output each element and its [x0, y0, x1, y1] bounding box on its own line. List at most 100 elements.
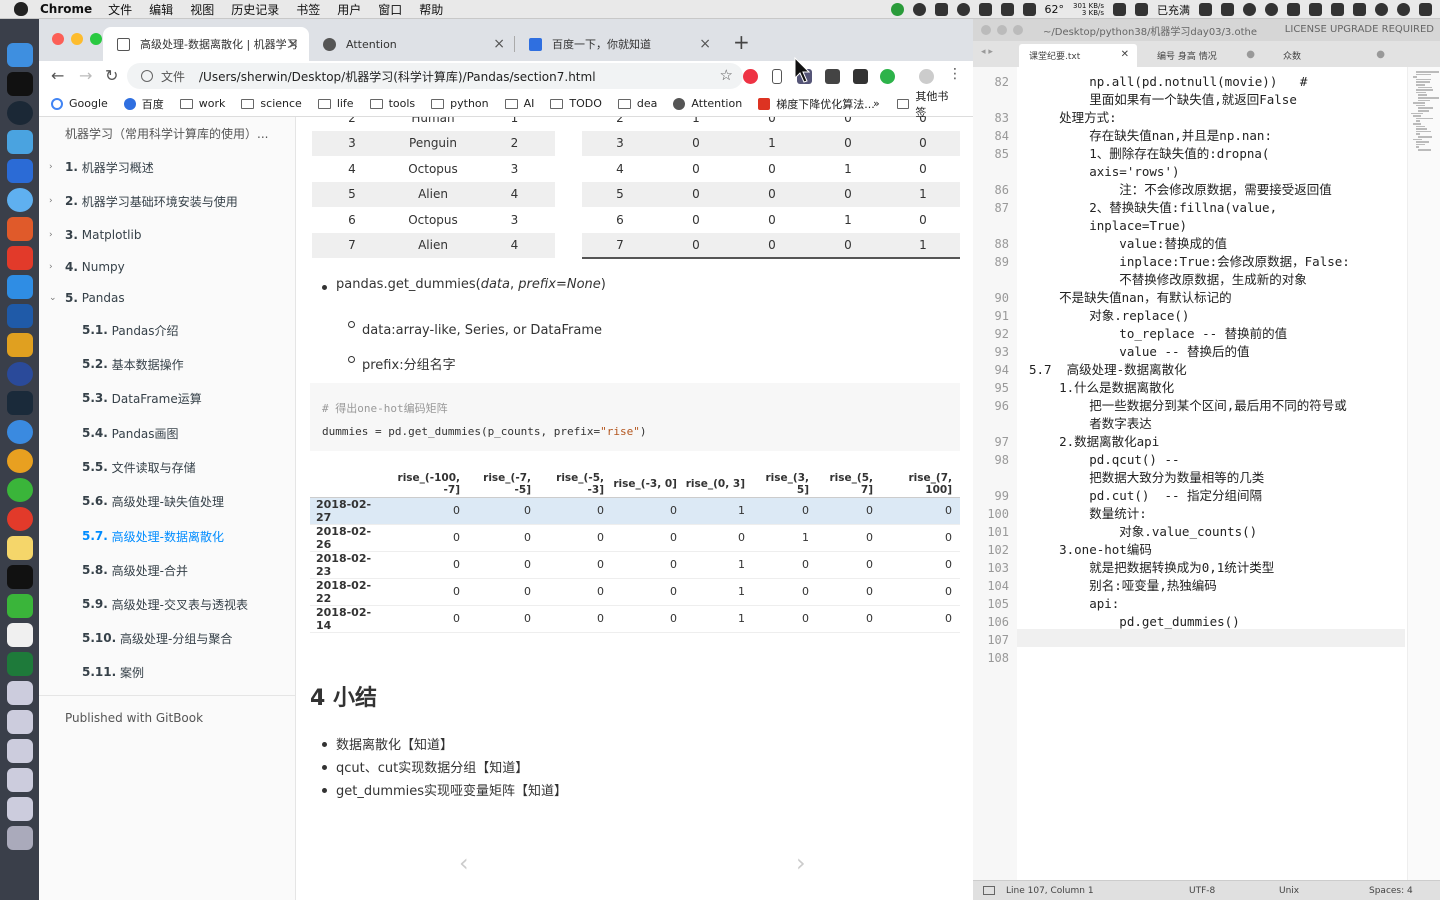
line-endings[interactable]: Unix: [1279, 886, 1299, 896]
bookmark-dea[interactable]: dea: [617, 97, 657, 110]
chevron-right-icon[interactable]: ›: [49, 196, 53, 206]
screen-icon[interactable]: [978, 3, 992, 16]
sidebar-subitem-5-4[interactable]: 5.4. Pandas画图: [82, 423, 179, 443]
sidebar-subitem-5-7[interactable]: 5.7. 高级处理-数据离散化: [82, 526, 224, 546]
tab-gitbook[interactable]: 高级处理-数据离散化 | 机器学习 ×: [103, 27, 309, 61]
cloud-icon[interactable]: [934, 3, 948, 16]
zoom-window-icon[interactable]: [1013, 25, 1023, 35]
sidebar-subitem-5-2[interactable]: 5.2. 基本数据操作: [82, 354, 184, 374]
bookmark-attention[interactable]: Attention: [673, 97, 742, 110]
upload-icon[interactable]: [890, 3, 904, 16]
chevron-down-icon[interactable]: ⌄: [49, 293, 57, 303]
trash-icon[interactable]: [6, 826, 33, 850]
folder-icon-4[interactable]: [6, 797, 33, 821]
bookmark-star-icon[interactable]: ☆: [720, 66, 733, 84]
folder-icon-2[interactable]: [6, 739, 33, 763]
tab-nav-icon[interactable]: ◂ ▸: [981, 47, 993, 57]
close-tab-icon[interactable]: ×: [287, 36, 299, 52]
minimap[interactable]: [1407, 67, 1440, 880]
bookmark-gradient[interactable]: 梯度下降优化算法...: [758, 96, 875, 112]
close-tab-icon[interactable]: ✕: [1121, 49, 1129, 60]
menu-file[interactable]: 文件: [108, 1, 132, 18]
bookmark-life[interactable]: life: [317, 97, 354, 110]
folder-icon-1[interactable]: [6, 710, 33, 734]
menu-bookmarks[interactable]: 书签: [296, 1, 320, 18]
wifi-icon[interactable]: [1309, 3, 1322, 16]
chevron-right-icon[interactable]: ›: [49, 162, 53, 172]
reload-icon[interactable]: ↻: [105, 66, 118, 85]
terminal-icon[interactable]: [6, 72, 33, 96]
indentation[interactable]: Spaces: 4: [1369, 886, 1413, 896]
menu-view[interactable]: 视图: [190, 1, 214, 18]
app-status-icon[interactable]: [912, 3, 926, 16]
sidebar-item-1[interactable]: › 1. 机器学习概述: [49, 157, 154, 177]
info-icon[interactable]: [141, 70, 153, 82]
sidebar-subitem-5-11[interactable]: 5.11. 案例: [82, 662, 144, 682]
menu-list-icon[interactable]: [1419, 3, 1432, 16]
menu-window[interactable]: 窗口: [378, 1, 402, 18]
appstore-icon[interactable]: [6, 130, 33, 154]
tab-attention[interactable]: Attention ×: [309, 27, 515, 61]
siri-icon[interactable]: [1265, 3, 1278, 16]
tab-table[interactable]: 编号 身高 情况 ●: [1147, 44, 1263, 67]
sidebar-subitem-5-6[interactable]: 5.6. 高级处理-缺失值处理: [82, 491, 224, 511]
record-icon[interactable]: [956, 3, 970, 16]
app-icon-6[interactable]: [6, 188, 33, 212]
sidebar-item-5[interactable]: ⌄ 5. Pandas: [49, 288, 125, 308]
iqiyi-icon[interactable]: [6, 594, 33, 618]
chrome-icon[interactable]: [6, 449, 33, 473]
menubar-app-name[interactable]: Chrome: [40, 2, 92, 16]
new-tab-button[interactable]: +: [733, 30, 750, 54]
panel-toggle-icon[interactable]: [983, 886, 995, 895]
bookmark-todo[interactable]: TODO: [550, 97, 602, 110]
wechat-menu-icon[interactable]: [1199, 3, 1212, 16]
temperature[interactable]: 62°: [1045, 3, 1065, 16]
folder-icon-3[interactable]: [6, 768, 33, 792]
zoom-window-icon[interactable]: [90, 33, 102, 45]
sublime-icon[interactable]: [6, 333, 33, 357]
bookmarks-more-icon[interactable]: »: [873, 97, 880, 110]
menu-people[interactable]: 用户: [337, 1, 361, 18]
encoding[interactable]: UTF-8: [1189, 886, 1215, 896]
skype-icon[interactable]: [1353, 3, 1366, 16]
send-icon[interactable]: [1022, 3, 1036, 16]
tab-mode[interactable]: 众数 ●: [1273, 44, 1393, 67]
input-method-icon[interactable]: [1000, 3, 1014, 16]
battery-status[interactable]: 已充满: [1157, 2, 1190, 18]
bookmark-baidu[interactable]: 百度: [123, 96, 164, 112]
weibo-icon[interactable]: [6, 507, 33, 531]
search-icon[interactable]: [1243, 3, 1256, 16]
app-icon-10[interactable]: [6, 304, 33, 328]
minimize-window-icon[interactable]: [71, 33, 83, 45]
extension-icon-1[interactable]: [743, 69, 758, 84]
chevron-right-icon[interactable]: ›: [49, 262, 53, 272]
tab-dot-icon[interactable]: ●: [1376, 49, 1385, 60]
menu-help[interactable]: 帮助: [419, 1, 443, 18]
bookmark-science[interactable]: science: [241, 97, 302, 110]
bookmark-google[interactable]: Google: [51, 97, 108, 110]
code-icon[interactable]: [1287, 3, 1300, 16]
control-icon[interactable]: [1221, 3, 1234, 16]
wechat-icon[interactable]: [6, 478, 33, 502]
tab-notes[interactable]: 课堂纪要.txt ✕: [1019, 44, 1137, 67]
sidebar-item-2[interactable]: › 2. 机器学习基础环境安装与使用: [49, 191, 238, 211]
close-tab-icon[interactable]: ×: [493, 36, 505, 52]
excel-icon[interactable]: [6, 652, 33, 676]
sidebar-subitem-5-5[interactable]: 5.5. 文件读取与存储: [82, 457, 196, 477]
battery-icon[interactable]: [1135, 3, 1148, 16]
profile-avatar[interactable]: [919, 69, 934, 84]
app-icon-8[interactable]: [6, 246, 33, 270]
bookmark-ai[interactable]: AI: [504, 97, 534, 110]
notification-icon[interactable]: [1331, 3, 1344, 16]
sidebar-subitem-5-1[interactable]: 5.1. Pandas介绍: [82, 320, 179, 340]
omnibox[interactable]: 文件 /Users/sherwin/Desktop/机器学习(科学计算库)/Pa…: [127, 63, 743, 89]
bookmark-other[interactable]: 其他书签: [897, 88, 957, 120]
bookmark-python[interactable]: python: [431, 97, 489, 110]
sidebar-subitem-5-3[interactable]: 5.3. DataFrame运算: [82, 388, 202, 408]
menu-history[interactable]: 历史记录: [231, 1, 279, 18]
book-title[interactable]: 机器学习（常用科学计算库的使用）...: [65, 125, 268, 142]
monitor-icon[interactable]: [1113, 3, 1126, 16]
extension-icon-5[interactable]: [853, 69, 868, 84]
forward-icon[interactable]: →: [79, 66, 92, 85]
clock-icon[interactable]: [1397, 3, 1410, 16]
